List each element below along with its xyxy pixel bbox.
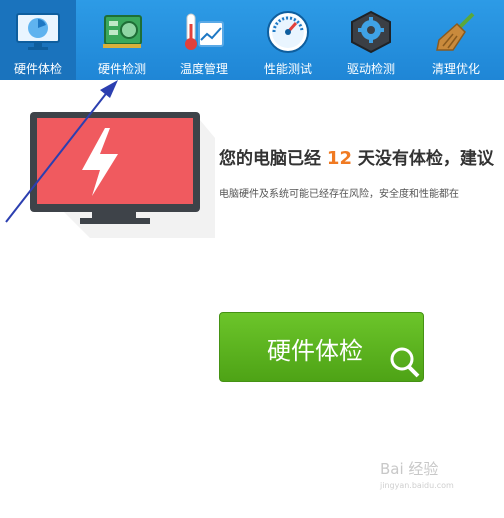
monitor-icon	[14, 10, 62, 54]
tab-performance[interactable]: 性能测试	[250, 0, 326, 80]
days-count: 12	[326, 148, 352, 169]
gear-cube-icon	[347, 10, 395, 54]
tab-temperature[interactable]: 温度管理	[166, 0, 242, 80]
top-toolbar: 硬件体检 硬件检测 温度管理 性能测试 驱动检测 清理优化	[0, 0, 504, 80]
tab-label: 温度管理	[179, 62, 228, 76]
tab-hardware-detect[interactable]: 硬件检测	[84, 0, 160, 80]
annotation-arrow	[5, 80, 118, 223]
checkup-status-headline: 您的电脑已经 12 天没有体检，建议	[219, 144, 504, 172]
watermark-url: jingyan.baidu.com	[380, 481, 454, 490]
headline-prefix: 您的电脑已经	[219, 149, 321, 169]
tab-label: 清理优化	[431, 62, 480, 76]
speedometer-icon	[264, 10, 312, 54]
tab-label: 硬件体检	[13, 62, 62, 76]
circuit-board-icon	[98, 10, 146, 54]
watermark-text: Bai 经验	[380, 460, 439, 478]
watermark: Bai 经验 jingyan.baidu.com	[380, 458, 500, 498]
tab-hardware-checkup[interactable]: 硬件体检	[0, 0, 76, 80]
tab-cleanup[interactable]: 清理优化	[418, 0, 494, 80]
headline-suffix: 天没有体检，建议	[357, 149, 494, 169]
tab-driver-detect[interactable]: 驱动检测	[333, 0, 409, 80]
risk-description: 电脑硬件及系统可能已经存在风险，安全度和性能都在	[219, 189, 459, 200]
checkup-button-label: 硬件体检	[267, 337, 363, 365]
broom-icon	[432, 10, 480, 54]
tab-label: 性能测试	[263, 62, 312, 76]
tab-label: 驱动检测	[346, 62, 395, 76]
search-icon	[390, 347, 420, 378]
hardware-checkup-button[interactable]: 硬件体检	[219, 312, 424, 382]
thermometer-icon	[180, 10, 228, 54]
tab-label: 硬件检测	[97, 62, 146, 76]
